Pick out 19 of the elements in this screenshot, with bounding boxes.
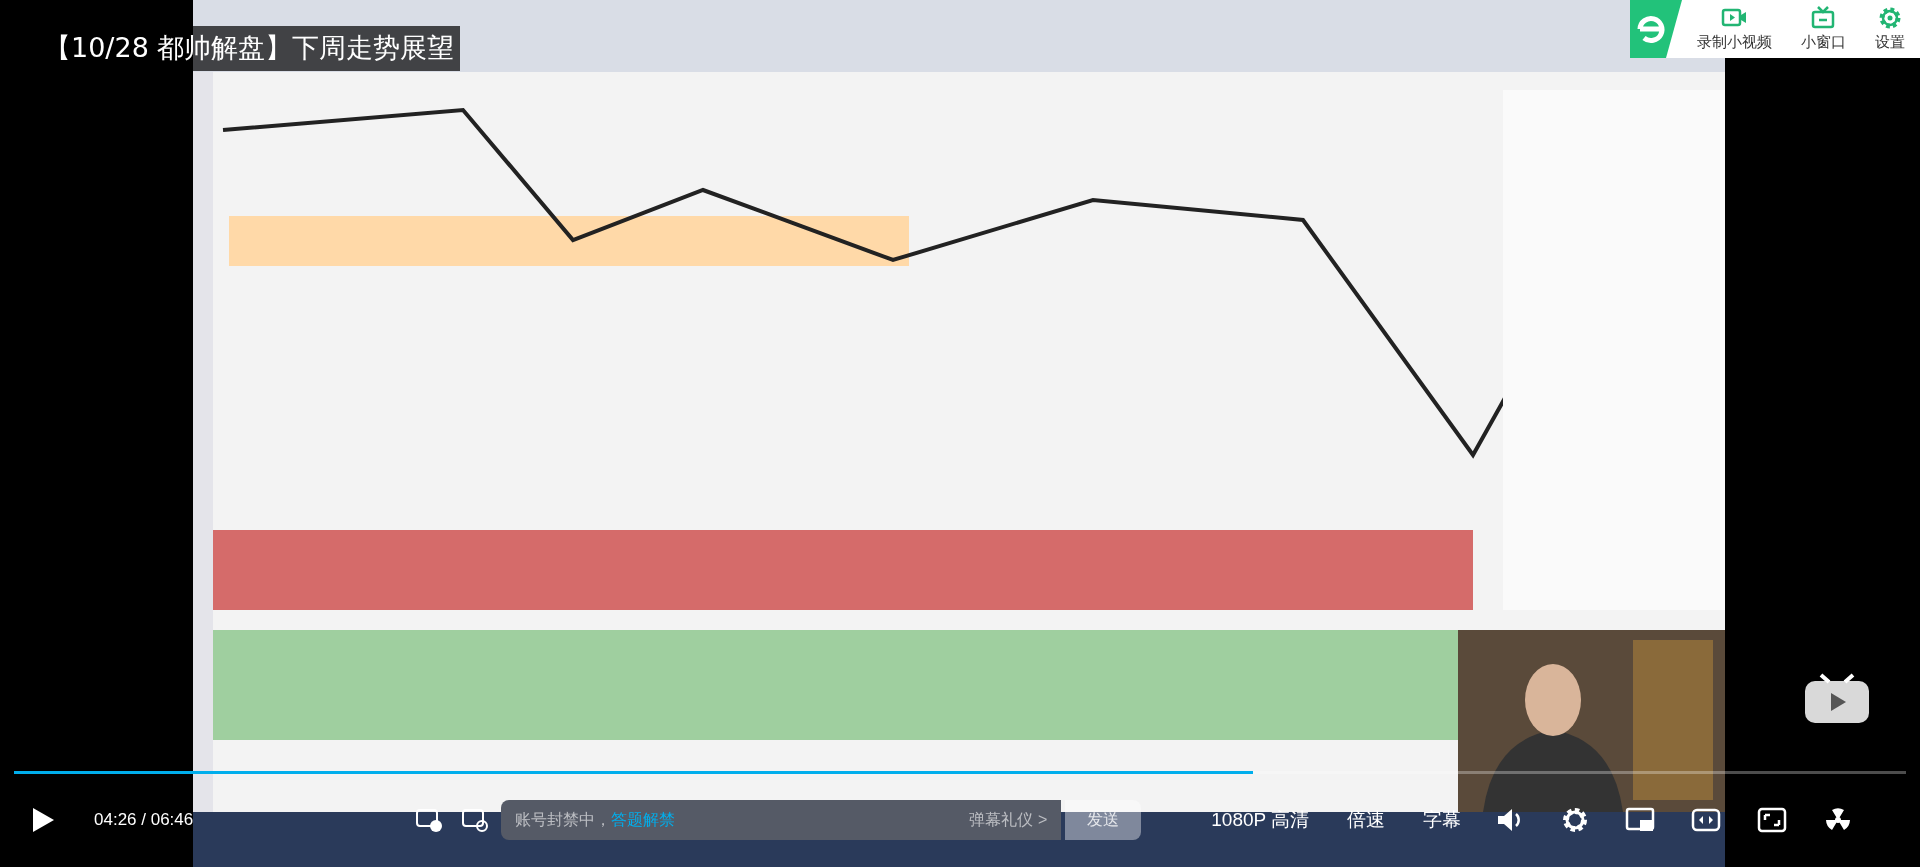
panel-button[interactable]: 录制小视频 [1696,4,1772,54]
settings-icon[interactable] [1561,806,1590,834]
progress-track[interactable] [14,771,1906,774]
play-icon[interactable] [30,806,56,834]
etiquette-link[interactable]: 弹幕礼仪 > [969,808,1048,832]
danmaku-settings-icon[interactable] [461,807,490,833]
panel-button[interactable]: 小窗口 [1801,4,1846,54]
picture-in-picture-icon[interactable] [1625,807,1656,833]
player-option-button[interactable]: 倍速 [1347,805,1386,835]
panel-button[interactable]: 设置 [1875,4,1906,54]
player-option-button[interactable]: 字幕 [1423,805,1462,835]
placeholder-text: 账号封禁中， [515,810,612,830]
tv-icon[interactable] [1803,673,1871,725]
danmaku-toggle-icon[interactable] [415,807,444,833]
player-option-button[interactable]: 1080P 高清 [1211,805,1310,835]
danmaku-input-field[interactable]: 账号封禁中，答题解禁 弹幕礼仪 > [501,800,1062,840]
widescreen-icon[interactable] [1691,808,1722,832]
time-display: 04:26 / 06:46 [94,809,194,832]
fullscreen-icon[interactable] [1757,807,1788,833]
